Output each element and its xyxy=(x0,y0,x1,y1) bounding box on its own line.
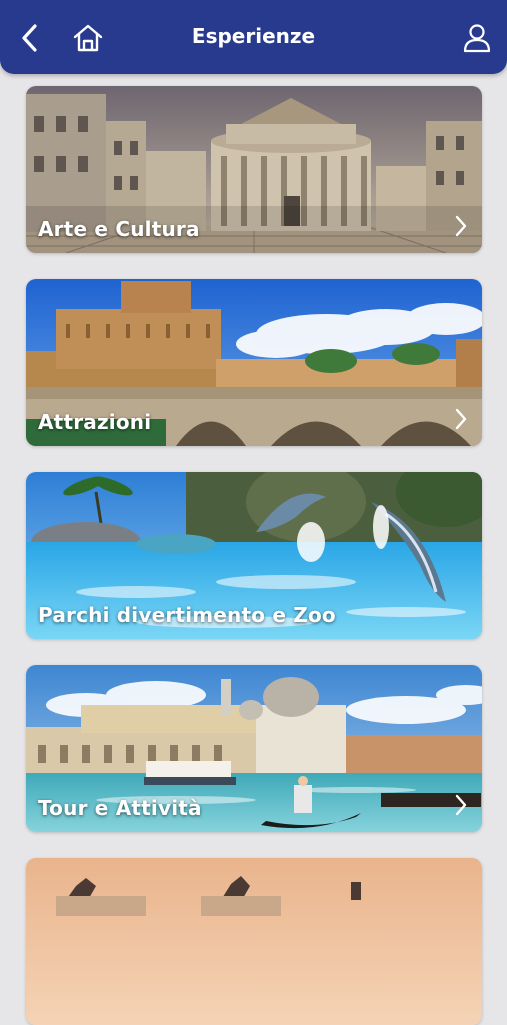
user-icon xyxy=(463,24,491,53)
category-label: Parchi divertimento e Zoo xyxy=(38,603,336,627)
card-image-5 xyxy=(26,858,482,1025)
category-label: Attrazioni xyxy=(38,410,152,434)
chevron-right-icon xyxy=(455,215,467,237)
category-card-arte-cultura[interactable]: Arte e Cultura xyxy=(26,86,482,253)
category-card-tour-attivita[interactable]: Tour e Attività xyxy=(26,665,482,832)
category-card-parchi-zoo[interactable]: Parchi divertimento e Zoo xyxy=(26,472,482,639)
category-label: Arte e Cultura xyxy=(38,217,200,241)
category-label: Tour e Attività xyxy=(38,796,202,820)
page-title: Esperienze xyxy=(191,24,316,48)
category-card-5[interactable] xyxy=(26,858,482,1025)
app-header: Esperienze xyxy=(0,0,507,74)
profile-button[interactable] xyxy=(457,18,497,58)
category-card-attrazioni[interactable]: Attrazioni xyxy=(26,279,482,446)
chevron-right-icon xyxy=(455,408,467,430)
chevron-right-icon xyxy=(455,794,467,816)
